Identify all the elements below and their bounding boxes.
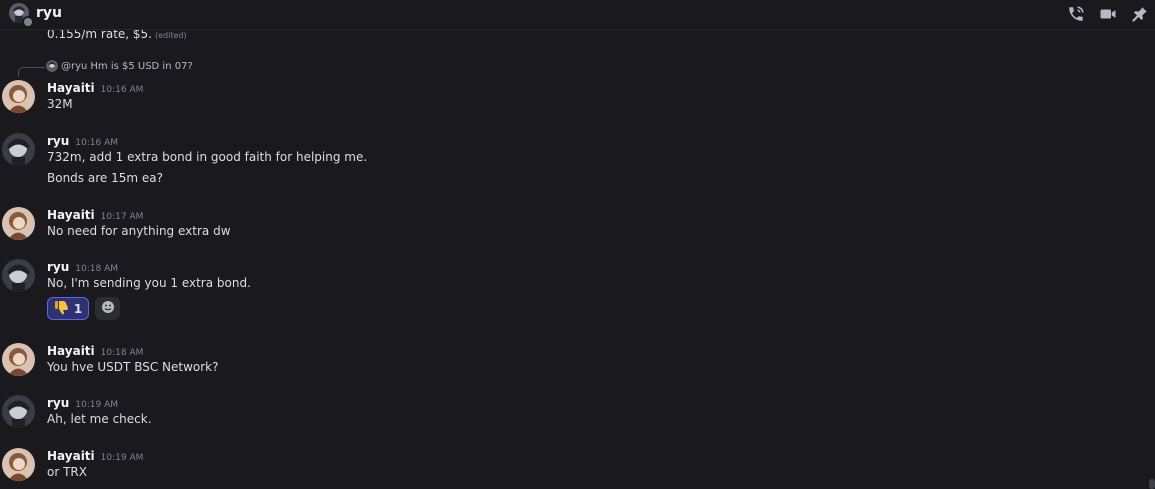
smiley-plus-icon <box>101 299 115 318</box>
timestamp: 10:17 AM <box>100 212 144 222</box>
timestamp: 10:19 AM <box>75 400 119 410</box>
timestamp: 10:16 AM <box>100 85 144 95</box>
avatar[interactable] <box>2 207 35 240</box>
message-text: Ah, let me check. <box>47 412 152 426</box>
avatar[interactable] <box>2 80 35 113</box>
timestamp: 10:18 AM <box>100 348 144 358</box>
timestamp: 10:16 AM <box>75 138 119 148</box>
author-name[interactable]: Hayaiti <box>47 344 95 358</box>
add-reaction-button[interactable] <box>95 297 120 320</box>
reply-avatar <box>46 60 58 72</box>
author-name[interactable]: ryu <box>47 134 69 148</box>
message-header: ryu 10:18 AM <box>47 256 118 275</box>
message-header: Hayaiti 10:18 AM <box>47 340 143 359</box>
message-text: No, I'm sending you 1 extra bond. <box>47 276 251 290</box>
message-text: You hve USDT BSC Network? <box>47 360 219 374</box>
avatar[interactable] <box>2 133 35 166</box>
reply-connector <box>18 67 45 77</box>
status-indicator <box>22 16 34 28</box>
avatar[interactable] <box>2 343 35 376</box>
video-call-icon[interactable] <box>1099 5 1117 23</box>
edited-label: (edited) <box>155 31 187 40</box>
channel-title: ryu <box>36 5 62 21</box>
reply-preview[interactable]: @ryu Hm is $5 USD in 07? <box>46 60 193 72</box>
message-header: Hayaiti 10:17 AM <box>47 204 143 223</box>
message-header: Hayaiti 10:16 AM <box>47 77 143 96</box>
channel-header: ryu <box>0 0 1155 30</box>
voice-call-icon[interactable] <box>1067 5 1085 23</box>
reaction-thumbs-down[interactable]: 1 <box>47 297 89 320</box>
message-header: Hayaiti 10:19 AM <box>47 445 143 464</box>
pin-icon[interactable] <box>1131 5 1149 23</box>
reply-mention[interactable]: @ryu <box>61 61 87 72</box>
partial-message: 0.155/m rate, $5. (edited) <box>47 30 187 41</box>
message-header: ryu 10:19 AM <box>47 392 118 411</box>
reply-text: Hm is $5 USD in 07? <box>90 60 193 72</box>
message-text: 32M <box>47 97 73 111</box>
author-name[interactable]: Hayaiti <box>47 208 95 222</box>
message-list[interactable]: 0.155/m rate, $5. (edited) @ryu Hm is $5 … <box>0 30 1155 489</box>
timestamp: 10:19 AM <box>100 453 144 463</box>
message-text: No need for anything extra dw <box>47 224 231 238</box>
author-name[interactable]: Hayaiti <box>47 81 95 95</box>
avatar[interactable] <box>2 448 35 481</box>
message-header: ryu 10:16 AM <box>47 130 118 149</box>
author-name[interactable]: ryu <box>47 260 69 274</box>
message-text: 732m, add 1 extra bond in good faith for… <box>47 150 368 164</box>
message-text: or TRX <box>47 465 87 479</box>
reaction-count: 1 <box>73 301 83 316</box>
avatar[interactable] <box>2 259 35 292</box>
author-name[interactable]: ryu <box>47 396 69 410</box>
scrollbar[interactable] <box>1149 479 1155 489</box>
message-text: 0.155/m rate, $5. <box>47 30 152 41</box>
author-name[interactable]: Hayaiti <box>47 449 95 463</box>
timestamp: 10:18 AM <box>75 264 119 274</box>
message-text: Bonds are 15m ea? <box>47 171 163 185</box>
thumbs-down-icon <box>54 299 70 319</box>
avatar[interactable] <box>2 395 35 428</box>
